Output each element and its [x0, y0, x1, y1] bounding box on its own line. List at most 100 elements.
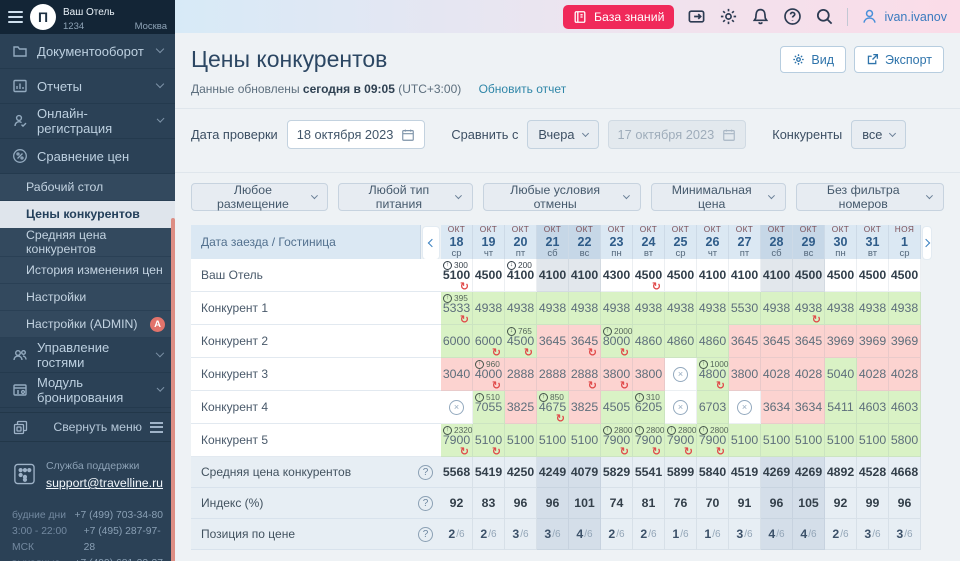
price-cell[interactable]: ↑10004800↻ — [697, 358, 729, 391]
price-cell[interactable]: 4938 — [505, 292, 537, 325]
sidebar-item-competitor-prices[interactable]: Цены конкурентов — [0, 201, 175, 228]
price-cell[interactable]: 5040 — [825, 358, 857, 391]
room-filter[interactable]: Без фильтра номеров — [796, 183, 944, 211]
price-cell[interactable]: 3634 — [761, 391, 793, 424]
price-cell[interactable]: 5100 — [537, 424, 569, 457]
next-dates-button[interactable] — [922, 226, 932, 260]
price-cell[interactable]: × — [729, 391, 761, 424]
price-cell[interactable]: × — [441, 391, 473, 424]
price-cell[interactable]: 5100 — [505, 424, 537, 457]
price-cell[interactable]: 4300 — [601, 259, 633, 292]
price-cell[interactable]: 3969 — [825, 325, 857, 358]
meal-type-filter[interactable]: Любой тип питания — [338, 183, 473, 211]
hotel-info[interactable]: Ваш Отель 1234 Москва — [63, 1, 167, 33]
price-cell[interactable]: ↓7654500↻ — [505, 325, 537, 358]
sidebar-item-avg-competitor-price[interactable]: Средняя цена конкурентов — [0, 228, 175, 257]
price-cell[interactable]: 4860 — [633, 325, 665, 358]
gear-icon[interactable] — [719, 7, 738, 26]
collapse-menu-button[interactable]: Свернуть меню — [0, 412, 175, 442]
price-cell[interactable]: 3800 — [729, 358, 761, 391]
price-cell[interactable]: ↑8504675↻ — [537, 391, 569, 424]
price-cell[interactable]: 4100 — [569, 259, 601, 292]
price-cell[interactable]: 3825 — [569, 391, 601, 424]
price-cell[interactable]: 4938 — [569, 292, 601, 325]
price-cell[interactable]: 4028 — [793, 358, 825, 391]
price-cell[interactable]: × — [665, 391, 697, 424]
price-cell[interactable]: 3645 — [729, 325, 761, 358]
price-cell[interactable]: ↑28007900↻ — [633, 424, 665, 457]
price-cell[interactable]: 5100 — [569, 424, 601, 457]
sidebar-item-online-checkin[interactable]: Онлайн-регистрация — [0, 104, 175, 139]
price-cell[interactable]: 3825 — [505, 391, 537, 424]
price-cell[interactable]: 5100↻ — [473, 424, 505, 457]
price-cell[interactable]: 3969 — [857, 325, 889, 358]
price-cell[interactable]: 4100 — [537, 259, 569, 292]
price-cell[interactable]: ↑20008000↻ — [601, 325, 633, 358]
help-icon[interactable]: ? — [418, 465, 433, 480]
price-cell[interactable]: 3040 — [441, 358, 473, 391]
competitors-select[interactable]: все — [851, 120, 906, 149]
price-cell[interactable]: 4500 — [793, 259, 825, 292]
price-cell[interactable]: ↑28007900↻ — [697, 424, 729, 457]
price-cell[interactable]: 5100 — [825, 424, 857, 457]
help-icon[interactable]: ? — [418, 496, 433, 511]
price-cell[interactable]: 4100 — [761, 259, 793, 292]
price-cell[interactable]: 3645 — [537, 325, 569, 358]
price-cell[interactable]: ↑28007900↻ — [665, 424, 697, 457]
price-cell[interactable]: ↑3955333↻ — [441, 292, 473, 325]
sidebar-item-dashboard[interactable]: Рабочий стол — [0, 174, 175, 201]
price-cell[interactable]: 5530 — [729, 292, 761, 325]
price-cell[interactable]: 3645 — [761, 325, 793, 358]
price-cell[interactable]: 5100 — [761, 424, 793, 457]
price-cell[interactable]: 2888↻ — [569, 358, 601, 391]
price-cell[interactable]: 4500 — [665, 259, 697, 292]
menu-burger-icon[interactable] — [8, 11, 23, 23]
help-icon[interactable]: ? — [418, 527, 433, 542]
export-button[interactable]: Экспорт — [854, 46, 944, 73]
knowledge-base-button[interactable]: База знаний — [563, 5, 674, 29]
price-cell[interactable]: 3800 — [633, 358, 665, 391]
price-cell[interactable]: 4938 — [761, 292, 793, 325]
price-cell[interactable]: 4100 — [697, 259, 729, 292]
price-cell[interactable]: 5100 — [729, 424, 761, 457]
price-cell[interactable]: 4500 — [889, 259, 921, 292]
price-cell[interactable]: ↑23207900↻ — [441, 424, 473, 457]
price-cell[interactable]: 4100 — [729, 259, 761, 292]
price-cell[interactable]: × — [665, 358, 697, 391]
price-cell[interactable]: ↓2004100 — [505, 259, 537, 292]
view-button[interactable]: Вид — [780, 46, 846, 73]
sidebar-item-booking-module[interactable]: Модуль бронирования — [0, 373, 175, 408]
price-cell[interactable]: ↑3005100↻ — [441, 259, 473, 292]
support-email-link[interactable]: support@travelline.ru — [46, 476, 163, 490]
price-cell[interactable]: 5100 — [857, 424, 889, 457]
price-cell[interactable]: 4500 — [825, 259, 857, 292]
price-cell[interactable]: 5411 — [825, 391, 857, 424]
sidebar-item-settings[interactable]: Настройки — [0, 284, 175, 311]
price-cell[interactable]: 4603 — [889, 391, 921, 424]
price-cell[interactable]: 5100 — [793, 424, 825, 457]
price-cell[interactable]: 3969 — [889, 325, 921, 358]
sidebar-item-documents[interactable]: Документооборот — [0, 34, 175, 69]
price-cell[interactable]: 2888 — [537, 358, 569, 391]
price-cell[interactable]: 6703 — [697, 391, 729, 424]
price-cell[interactable]: 3634 — [793, 391, 825, 424]
price-cell[interactable]: 2888 — [505, 358, 537, 391]
price-cell[interactable]: 3800↻ — [601, 358, 633, 391]
documents-send-icon[interactable] — [687, 7, 706, 26]
price-cell[interactable]: 4028 — [889, 358, 921, 391]
check-date-input[interactable]: 18 октября 2023 — [287, 120, 426, 149]
price-cell[interactable]: 4500↻ — [633, 259, 665, 292]
price-cell[interactable]: 4938 — [889, 292, 921, 325]
refresh-report-link[interactable]: Обновить отчет — [479, 82, 567, 96]
price-cell[interactable]: 4938↻ — [793, 292, 825, 325]
price-cell[interactable]: 4500 — [857, 259, 889, 292]
cancellation-filter[interactable]: Любые условия отмены — [483, 183, 641, 211]
price-cell[interactable]: 3645 — [793, 325, 825, 358]
price-cell[interactable]: 4500 — [473, 259, 505, 292]
sidebar-item-guest-management[interactable]: Управление гостями — [0, 338, 175, 373]
price-cell[interactable]: 4505 — [601, 391, 633, 424]
sidebar-item-reports[interactable]: Отчеты — [0, 69, 175, 104]
price-cell[interactable]: 4938 — [697, 292, 729, 325]
placement-filter[interactable]: Любое размещение — [191, 183, 328, 211]
price-cell[interactable]: 4028 — [857, 358, 889, 391]
